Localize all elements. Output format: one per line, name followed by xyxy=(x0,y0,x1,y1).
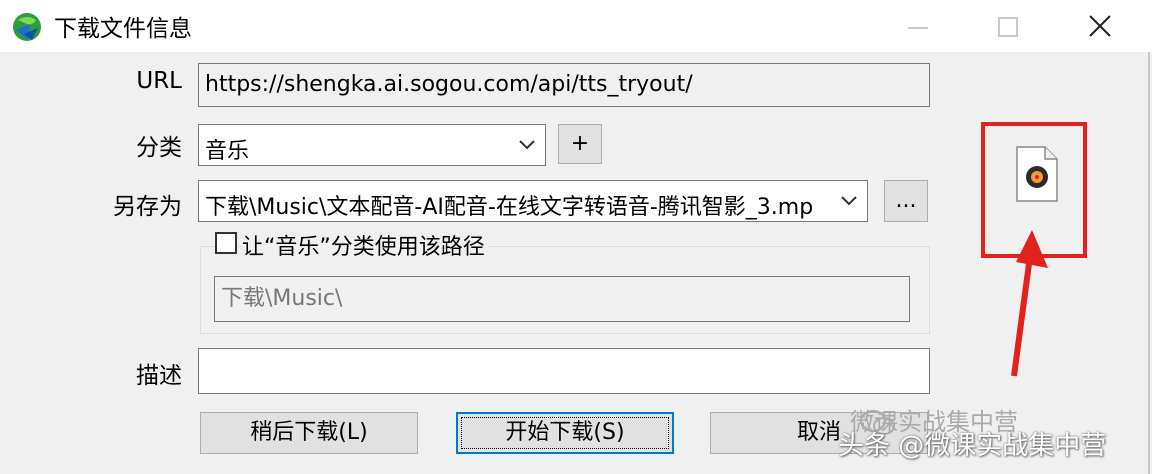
default-path-field: 下载\Music\ xyxy=(214,276,910,322)
download-later-button[interactable]: 稍后下载(L) xyxy=(200,412,418,454)
focus-rect xyxy=(461,417,669,449)
music-file-icon xyxy=(1016,146,1058,202)
category-label: 分类 xyxy=(136,135,182,161)
maximize-button[interactable] xyxy=(978,6,1038,46)
use-path-checkbox-label[interactable]: 让“音乐”分类使用该路径 xyxy=(242,229,489,261)
add-category-button[interactable]: + xyxy=(558,124,602,164)
chevron-down-icon xyxy=(841,196,857,206)
saveas-select[interactable]: 下载\Music\文本配音-AI配音-在线文字转语音-腾讯智影_3.mp xyxy=(198,180,868,222)
category-value: 音乐 xyxy=(205,139,250,164)
url-label: URL xyxy=(136,68,182,94)
description-field[interactable] xyxy=(198,348,930,394)
watermark-bottom: 头条 @微课实战集中营 xyxy=(838,431,1107,461)
title-bar: 下载文件信息 xyxy=(0,0,1152,52)
browse-button[interactable]: ... xyxy=(884,180,928,222)
maximize-icon xyxy=(998,17,1018,37)
close-button[interactable] xyxy=(1070,6,1130,46)
use-path-checkbox[interactable] xyxy=(215,232,237,254)
red-arrow-icon xyxy=(1011,230,1048,377)
minimize-button[interactable] xyxy=(888,6,948,46)
idm-globe-icon xyxy=(13,13,41,41)
close-icon xyxy=(1089,15,1111,37)
saveas-value: 下载\Music\文本配音-AI配音-在线文字转语音-腾讯智影_3.mp xyxy=(205,195,814,220)
url-field[interactable]: https://shengka.ai.sogou.com/api/tts_try… xyxy=(198,63,930,107)
saveas-label: 另存为 xyxy=(113,194,182,220)
description-label: 描述 xyxy=(136,363,182,389)
category-select[interactable]: 音乐 xyxy=(198,124,546,166)
minimize-icon xyxy=(908,27,928,29)
window-title: 下载文件信息 xyxy=(54,16,192,42)
start-download-button[interactable]: 开始下载(S) xyxy=(456,412,674,454)
chevron-down-icon xyxy=(519,140,535,150)
